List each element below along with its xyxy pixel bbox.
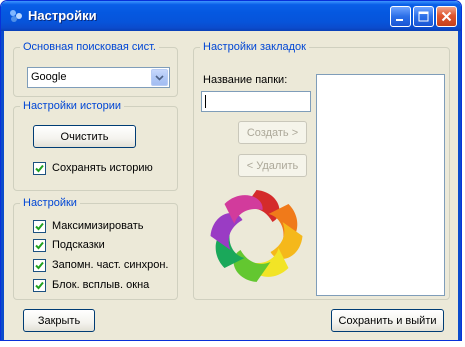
app-logo-icon: [210, 190, 303, 282]
minimize-icon: [396, 19, 403, 21]
checkmark-icon: [35, 241, 44, 249]
checkbox-box[interactable]: [33, 258, 46, 272]
remember-sync-label: Запомн. част. синхрон.: [52, 259, 169, 271]
checkbox-box[interactable]: [33, 238, 46, 252]
window-title: Настройки: [28, 8, 97, 23]
checkbox-box[interactable]: [33, 278, 46, 292]
checkbox-box[interactable]: [33, 219, 46, 233]
create-folder-button[interactable]: Создать >: [238, 121, 307, 144]
search-engine-select[interactable]: Google: [27, 67, 170, 88]
save-and-exit-button[interactable]: Сохранить и выйти: [331, 309, 444, 332]
folder-name-label: Название папки:: [203, 74, 288, 86]
block-popups-checkbox[interactable]: Блок. всплыв. окна: [33, 278, 149, 292]
minimize-button[interactable]: [390, 6, 411, 27]
title-bar[interactable]: Настройки: [1, 1, 461, 31]
history-legend: Настройки истории: [23, 100, 122, 112]
close-button[interactable]: Закрыть: [23, 309, 95, 332]
checkbox-box[interactable]: [33, 161, 46, 175]
remember-sync-checkbox[interactable]: Запомн. част. синхрон.: [33, 258, 168, 272]
maximize-icon: [418, 11, 429, 22]
save-history-label: Сохранять историю: [52, 162, 153, 174]
maximize-checkbox[interactable]: Максимизировать: [33, 219, 143, 233]
hints-label: Подсказки: [52, 239, 105, 251]
clear-history-button[interactable]: Очистить: [33, 125, 136, 148]
window-border-left: [1, 31, 4, 340]
settings-window: Настройки Основная поисковая сист. Googl…: [0, 0, 462, 341]
app-icon: [10, 10, 22, 22]
save-history-checkbox[interactable]: Сохранять историю: [33, 161, 153, 175]
hints-checkbox[interactable]: Подсказки: [33, 238, 105, 252]
checkmark-icon: [35, 222, 44, 230]
window-border-right: [458, 31, 461, 340]
maximize-label: Максимизировать: [52, 220, 144, 232]
checkmark-icon: [35, 281, 44, 289]
checkmark-icon: [35, 261, 44, 269]
search-engine-value: Google: [31, 71, 67, 83]
close-icon: [441, 11, 452, 22]
folder-list[interactable]: [316, 74, 445, 296]
text-caret: [205, 95, 206, 108]
settings-legend: Настройки: [23, 197, 77, 209]
delete-folder-button[interactable]: < Удалить: [238, 154, 307, 177]
folder-name-input[interactable]: [201, 91, 311, 112]
maximize-button[interactable]: [413, 6, 434, 27]
close-window-button[interactable]: [436, 6, 457, 27]
block-popups-label: Блок. всплыв. окна: [52, 279, 150, 291]
search-engine-legend: Основная поисковая сист.: [23, 41, 156, 53]
chevron-down-icon: [155, 74, 164, 81]
checkmark-icon: [35, 164, 44, 172]
dropdown-arrow[interactable]: [151, 69, 168, 86]
bookmarks-legend: Настройки закладок: [203, 41, 306, 53]
